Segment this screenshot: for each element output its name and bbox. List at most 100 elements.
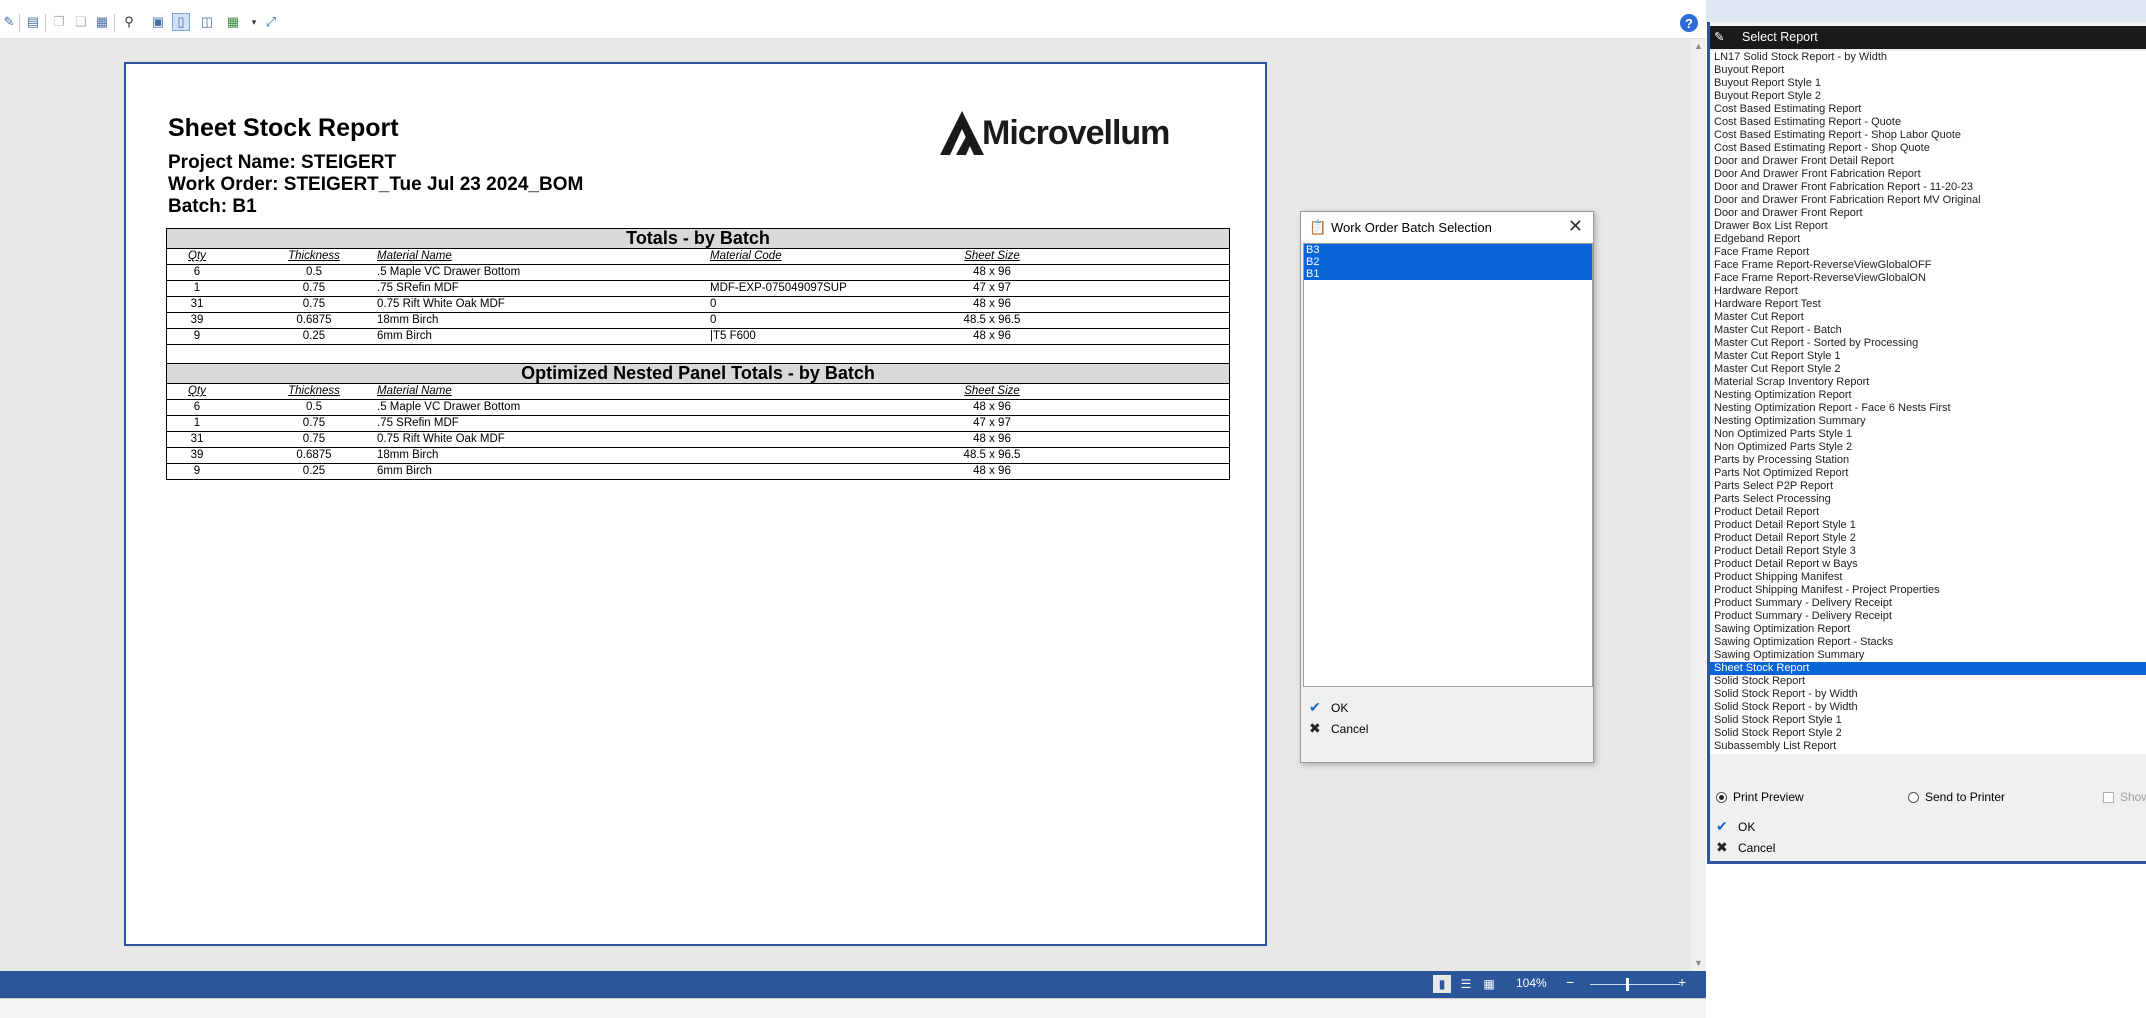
continuous-view-icon[interactable]: ☰ [1457, 975, 1475, 993]
paste-icon[interactable]: ❏ [72, 13, 90, 31]
report-list-item[interactable]: Sheet Stock Report [1710, 662, 2146, 675]
fit-page-icon[interactable]: ⤢ [262, 13, 280, 31]
single-page-view-icon[interactable]: ▮ [1433, 975, 1451, 993]
report-list-item[interactable]: Product Detail Report w Bays [1710, 558, 2146, 571]
close-icon[interactable]: ✕ [1568, 216, 1583, 237]
report-list-item[interactable]: Edgeband Report [1710, 233, 2146, 246]
vertical-scrollbar[interactable]: ▲ ▼ [1691, 39, 1706, 971]
report-list-item[interactable]: Door And Drawer Front Fabrication Report [1710, 168, 2146, 181]
toolbar-separator [19, 14, 20, 32]
report-list-item[interactable]: Sawing Optimization Report [1710, 623, 2146, 636]
code-cell: |T5 F600 [710, 330, 756, 342]
report-list-item[interactable]: Door and Drawer Front Fabrication Report… [1710, 181, 2146, 194]
report-list-item[interactable]: Cost Based Estimating Report - Quote [1710, 116, 2146, 129]
report-list-item[interactable]: Product Detail Report Style 2 [1710, 532, 2146, 545]
print-preview-option[interactable]: Print Preview [1716, 790, 1804, 804]
batch-list[interactable]: B3 B2 B1 [1303, 243, 1593, 687]
cancel-button[interactable]: ✖ Cancel [1309, 720, 1368, 737]
report-list-item[interactable]: Solid Stock Report Style 2 [1710, 727, 2146, 740]
report-list-item[interactable]: Product Shipping Manifest [1710, 571, 2146, 584]
report-list-item[interactable]: Sawing Optimization Report - Stacks [1710, 636, 2146, 649]
report-list-item[interactable]: Master Cut Report - Batch [1710, 324, 2146, 337]
page-setup-icon[interactable]: ▤ [24, 13, 42, 31]
report-list-item[interactable]: Master Cut Report [1710, 311, 2146, 324]
list-item[interactable]: B2 [1304, 256, 1592, 268]
report-list-item[interactable]: Buyout Report [1710, 64, 2146, 77]
report-list-item[interactable]: Sawing Optimization Summary [1710, 649, 2146, 662]
panel-cancel-button[interactable]: ✖ Cancel [1716, 839, 1775, 856]
report-list-item[interactable]: Product Detail Report [1710, 506, 2146, 519]
report-list-item[interactable]: LN17 Solid Stock Report - by Width [1710, 51, 2146, 64]
table-icon[interactable]: ▦ [93, 13, 111, 31]
report-list-item[interactable]: Door and Drawer Front Detail Report [1710, 155, 2146, 168]
two-page-icon[interactable]: ◫ [198, 13, 216, 31]
table-row: 6 0.5 .5 Maple VC Drawer Bottom 48 x 96 [167, 399, 1229, 416]
list-item[interactable]: B3 [1304, 244, 1592, 256]
panel-ok-button[interactable]: ✔ OK [1716, 818, 1755, 835]
report-list-item[interactable]: Product Detail Report Style 3 [1710, 545, 2146, 558]
dropdown-arrow-icon[interactable]: ▾ [245, 13, 263, 31]
report-list-item[interactable]: Cost Based Estimating Report [1710, 103, 2146, 116]
report-list-item[interactable]: Cost Based Estimating Report - Shop Quot… [1710, 142, 2146, 155]
report-list-item[interactable]: Master Cut Report Style 1 [1710, 350, 2146, 363]
report-list-item[interactable]: Parts Select Processing [1710, 493, 2146, 506]
report-list-item[interactable]: Buyout Report Style 1 [1710, 77, 2146, 90]
report-list-item[interactable]: Solid Stock Report - by Width [1710, 701, 2146, 714]
scroll-down-icon[interactable]: ▼ [1691, 956, 1706, 971]
zoom-slider-thumb[interactable] [1626, 978, 1629, 991]
help-button[interactable]: ? [1680, 14, 1698, 32]
report-list-item[interactable]: Solid Stock Report - by Width [1710, 688, 2146, 701]
zoom-in-button[interactable]: + [1678, 974, 1686, 990]
report-list-item[interactable]: Door and Drawer Front Report [1710, 207, 2146, 220]
report-list-item[interactable]: Hardware Report Test [1710, 298, 2146, 311]
report-list-item[interactable]: Face Frame Report [1710, 246, 2146, 259]
report-list-item[interactable]: Hardware Report [1710, 285, 2146, 298]
send-to-printer-option[interactable]: Send to Printer [1908, 790, 2005, 804]
material-cell: .75 SRefin MDF [377, 282, 459, 294]
report-list-item[interactable]: Door and Drawer Front Fabrication Report… [1710, 194, 2146, 207]
report-list-item[interactable]: Drawer Box List Report [1710, 220, 2146, 233]
thickness-cell: 0.75 [302, 298, 326, 310]
report-list-item[interactable]: Product Detail Report Style 1 [1710, 519, 2146, 532]
report-list-item[interactable]: Parts Select P2P Report [1710, 480, 2146, 493]
report-list-item[interactable]: Product Summary - Delivery Receipt [1710, 597, 2146, 610]
zoom-out-button[interactable]: − [1566, 974, 1574, 990]
report-list-item[interactable]: Parts Not Optimized Report [1710, 467, 2146, 480]
report-list-item[interactable]: Nesting Optimization Summary [1710, 415, 2146, 428]
single-page-icon[interactable]: ▣ [149, 13, 167, 31]
show-option[interactable]: Show [2103, 790, 2146, 804]
thickness-cell: 0.75 [302, 282, 326, 294]
size-cell: 48 x 96 [973, 465, 1011, 477]
report-list-item[interactable]: Nesting Optimization Report [1710, 389, 2146, 402]
report-list-item[interactable]: Parts by Processing Station [1710, 454, 2146, 467]
report-list-item[interactable]: Non Optimized Parts Style 2 [1710, 441, 2146, 454]
report-list-item[interactable]: Product Shipping Manifest - Project Prop… [1710, 584, 2146, 597]
report-list-item[interactable]: Nesting Optimization Report - Face 6 Nes… [1710, 402, 2146, 415]
ok-button[interactable]: ✔ OK [1309, 699, 1348, 716]
report-list-item[interactable]: Face Frame Report-ReverseViewGlobalOFF [1710, 259, 2146, 272]
binoculars-icon[interactable]: ⚲ [120, 13, 138, 31]
report-list-item[interactable]: Non Optimized Parts Style 1 [1710, 428, 2146, 441]
report-list-item[interactable]: Face Frame Report-ReverseViewGlobalON [1710, 272, 2146, 285]
zoom-slider[interactable] [1590, 984, 1680, 985]
edit-icon[interactable]: ✎ [0, 13, 18, 31]
page-layout-icon[interactable]: ▯ [172, 13, 190, 31]
copy-icon[interactable]: ❐ [50, 13, 68, 31]
radio-print-preview[interactable] [1716, 791, 1727, 803]
report-list-item[interactable]: Master Cut Report - Sorted by Processing [1710, 337, 2146, 350]
show-checkbox[interactable] [2103, 791, 2114, 803]
report-list-item[interactable]: Cost Based Estimating Report - Shop Labo… [1710, 129, 2146, 142]
multi-page-view-icon[interactable]: ▦ [1480, 975, 1498, 993]
report-list-item[interactable]: Buyout Report Style 2 [1710, 90, 2146, 103]
report-list-item[interactable]: Master Cut Report Style 2 [1710, 363, 2146, 376]
multi-page-icon[interactable]: ▦ [224, 13, 242, 31]
report-list-item[interactable]: Subassembly List Report [1710, 740, 2146, 753]
report-list[interactable]: LN17 Solid Stock Report - by Width Buyout… [1710, 51, 2146, 754]
report-list-item[interactable]: Solid Stock Report Style 1 [1710, 714, 2146, 727]
report-list-item[interactable]: Solid Stock Report [1710, 675, 2146, 688]
list-item[interactable]: B1 [1304, 268, 1592, 280]
report-list-item[interactable]: Material Scrap Inventory Report [1710, 376, 2146, 389]
radio-send-to-printer[interactable] [1908, 791, 1919, 803]
report-list-item[interactable]: Product Summary - Delivery Receipt [1710, 610, 2146, 623]
scroll-up-icon[interactable]: ▲ [1691, 39, 1706, 54]
